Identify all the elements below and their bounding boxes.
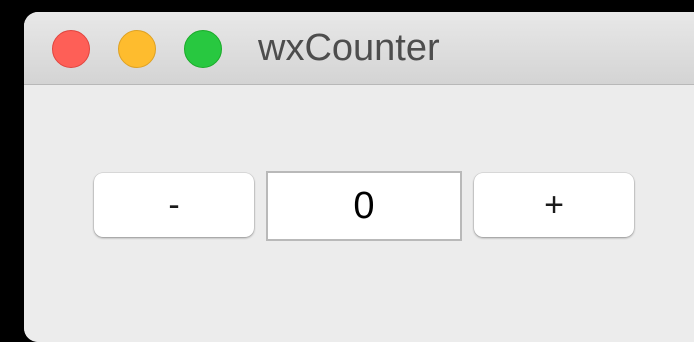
close-window-button[interactable] (52, 30, 90, 68)
increment-button[interactable]: + (474, 173, 634, 237)
minimize-window-button[interactable] (118, 30, 156, 68)
title-bar[interactable]: wxCounter (24, 12, 694, 85)
window-title: wxCounter (258, 27, 440, 69)
decrement-button[interactable]: - (94, 173, 254, 237)
zoom-window-button[interactable] (184, 30, 222, 68)
app-window: wxCounter - 0 + (24, 12, 694, 342)
window-content: - 0 + (24, 85, 694, 342)
counter-value-field[interactable]: 0 (266, 171, 462, 241)
